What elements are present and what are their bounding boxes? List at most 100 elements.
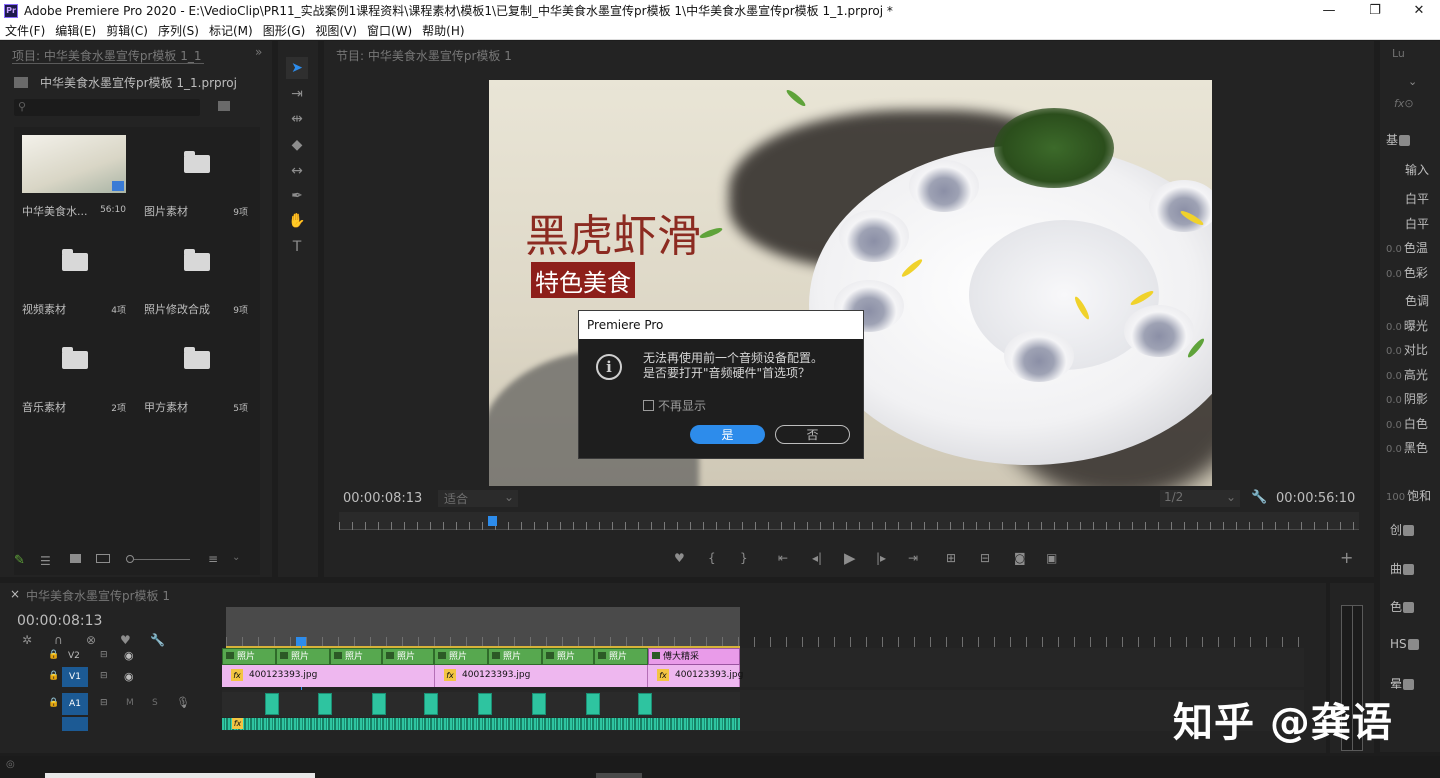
project-item-photo-bin[interactable]: 照片修改合成 9项	[136, 225, 256, 321]
lumetri-highlights[interactable]: 0.0 高光	[1386, 366, 1428, 383]
track-select-tool-icon[interactable]: ⇥	[286, 83, 308, 105]
project-item-images-bin[interactable]: 图片素材 9项	[136, 127, 256, 223]
menu-file[interactable]: 文件(F)	[0, 22, 50, 39]
zoom-slider[interactable]	[134, 559, 190, 560]
track-target-v1[interactable]: V1	[62, 667, 88, 687]
menu-markers[interactable]: 标记(M)	[204, 22, 258, 39]
step-back-icon[interactable]: ◂|	[812, 551, 822, 565]
v2-clip[interactable]: 照片	[488, 648, 542, 665]
menu-window[interactable]: 窗口(W)	[362, 22, 417, 39]
checkbox-checked-icon[interactable]	[1403, 564, 1415, 575]
zoom-slider-knob[interactable]	[126, 555, 134, 563]
mark-in-icon[interactable]: {	[708, 551, 716, 565]
dont-show-again-checkbox[interactable]: 不再显示	[643, 397, 706, 414]
audio-clip[interactable]	[586, 693, 600, 715]
lumetri-wb[interactable]: 白平	[1405, 190, 1429, 207]
add-button-icon[interactable]: +	[1340, 548, 1353, 567]
lumetri-value[interactable]: 0.0	[1386, 420, 1402, 431]
menu-view[interactable]: 视图(V)	[310, 22, 362, 39]
v1-clip[interactable]: fx 400123393.jpg	[648, 665, 743, 687]
lumetri-value[interactable]: 0.0	[1386, 371, 1402, 382]
close-button[interactable]: ✕	[1396, 0, 1440, 21]
eye-icon[interactable]: ◉	[124, 649, 134, 662]
lumetri-value[interactable]: 0.0	[1386, 346, 1402, 357]
lumetri-value[interactable]: 0.0	[1386, 395, 1402, 406]
camera-icon[interactable]: ◙	[1014, 551, 1026, 565]
lumetri-value[interactable]: 0.0	[1386, 444, 1402, 455]
lumetri-vignette[interactable]: 晕	[1390, 675, 1415, 692]
add-marker-icon[interactable]: ♥	[120, 633, 131, 647]
close-tab-icon[interactable]: ×	[10, 587, 20, 601]
yes-button[interactable]: 是	[690, 425, 765, 444]
extract-icon[interactable]: ⊟	[980, 551, 990, 565]
menu-help[interactable]: 帮助(H)	[417, 22, 469, 39]
track-target-a1[interactable]: A1	[62, 693, 88, 715]
add-marker-icon[interactable]: ♥	[674, 551, 685, 565]
wrench-icon[interactable]: 🔧	[1251, 490, 1267, 505]
v1-clip[interactable]: fx 400123393.jpg	[222, 665, 435, 687]
lumetri-tint[interactable]: 0.0 色彩	[1386, 264, 1428, 281]
lumetri-hsl[interactable]: HS	[1390, 637, 1419, 651]
menu-edit[interactable]: 编辑(E)	[50, 22, 101, 39]
project-item-sequence[interactable]: 中华美食水... 56:10	[14, 127, 134, 223]
pencil-icon[interactable]: ✎	[14, 553, 25, 568]
monitor-playhead[interactable]	[488, 516, 497, 526]
project-item-music-bin[interactable]: 音乐素材 2项	[14, 323, 134, 419]
go-to-out-icon[interactable]: ⇥	[908, 551, 918, 565]
v2-clip[interactable]: 照片	[542, 648, 594, 665]
slip-tool-icon[interactable]: ↔	[286, 160, 308, 182]
menu-graphics[interactable]: 图形(G)	[258, 22, 311, 39]
timeline-timecode[interactable]: 00:00:08:13	[17, 613, 102, 629]
timeline-tab[interactable]: 中华美食水墨宣传pr模板 1	[26, 587, 170, 604]
mute-button[interactable]: M	[126, 698, 134, 708]
audio-clip[interactable]	[638, 693, 652, 715]
checkbox-checked-icon[interactable]	[1399, 135, 1411, 146]
snap-icon[interactable]: ∩	[54, 633, 63, 647]
project-item-client-bin[interactable]: 甲方素材 5项	[136, 323, 256, 419]
a2-audio-clip[interactable]	[222, 718, 740, 730]
v2-clip-title[interactable]: 傅大精采	[648, 648, 740, 665]
checkbox-box[interactable]	[643, 400, 654, 411]
fit-dropdown[interactable]: 适合 ⌄	[438, 490, 518, 507]
lift-icon[interactable]: ⊞	[946, 551, 956, 565]
v2-clip[interactable]: 照片	[434, 648, 488, 665]
checkbox-checked-icon[interactable]	[1403, 679, 1415, 690]
selection-tool-icon[interactable]: ➤	[286, 57, 308, 79]
checkbox-checked-icon[interactable]	[1403, 525, 1415, 536]
lumetri-whites[interactable]: 0.0 白色	[1386, 415, 1428, 432]
linked-selection-icon[interactable]: ⊗	[86, 633, 96, 647]
lumetri-basic[interactable]: 基	[1386, 131, 1411, 148]
mark-out-icon[interactable]: }	[740, 551, 748, 565]
pen-tool-icon[interactable]: ✒	[286, 185, 308, 207]
audio-clip[interactable]	[532, 693, 546, 715]
lumetri-value[interactable]: 100	[1386, 492, 1405, 503]
lumetri-value[interactable]: 0.0	[1386, 322, 1402, 333]
lumetri-wb-selector[interactable]: 白平	[1405, 215, 1429, 232]
scroll-thumb[interactable]	[596, 773, 642, 778]
no-button[interactable]: 否	[775, 425, 850, 444]
eye-icon[interactable]: ◉	[124, 670, 134, 683]
project-tab[interactable]: 项目: 中华美食水墨宣传pr模板 1_1	[12, 47, 202, 64]
sync-lock-icon[interactable]: ⊟	[100, 650, 108, 660]
audio-clip[interactable]	[372, 693, 386, 715]
maximize-button[interactable]: ❐	[1352, 0, 1398, 21]
step-forward-icon[interactable]: |▸	[876, 551, 886, 565]
lumetri-saturation[interactable]: 100 饱和	[1386, 487, 1431, 504]
chevron-down-icon[interactable]: ⌄	[232, 552, 240, 563]
project-search-input[interactable]: ⚲	[14, 99, 200, 116]
list-view-icon[interactable]: ☰	[40, 554, 51, 568]
timeline-playhead[interactable]	[296, 637, 306, 646]
lumetri-contrast[interactable]: 0.0 对比	[1386, 341, 1428, 358]
v2-clip[interactable]: 照片	[382, 648, 434, 665]
hand-tool-icon[interactable]: ✋	[286, 210, 308, 232]
new-bin-icon[interactable]	[218, 101, 230, 111]
lumetri-value[interactable]: 0.0	[1386, 244, 1402, 255]
checkbox-checked-icon[interactable]	[1403, 602, 1415, 613]
lumetri-creative[interactable]: 创	[1390, 521, 1415, 538]
lumetri-color-wheels[interactable]: 色	[1390, 598, 1415, 615]
resolution-dropdown[interactable]: 1/2 ⌄	[1160, 490, 1240, 507]
v1-clip[interactable]: fx 400123393.jpg	[435, 665, 648, 687]
comparison-view-icon[interactable]: ▣	[1046, 551, 1057, 565]
audio-clip[interactable]	[265, 693, 279, 715]
solo-button[interactable]: S	[152, 698, 158, 708]
